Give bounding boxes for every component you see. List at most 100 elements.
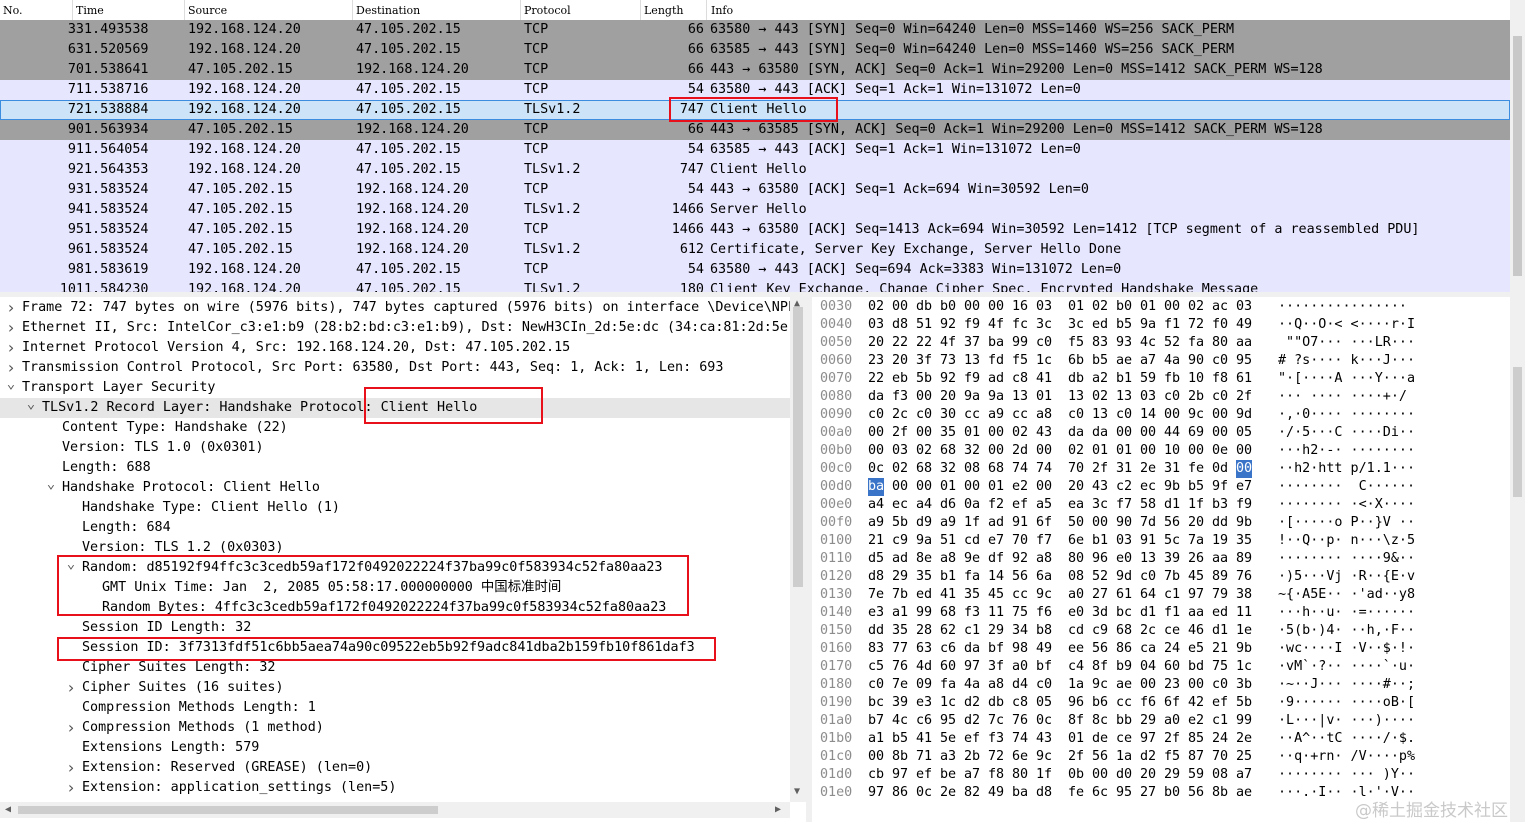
hex-byte[interactable]: bc — [1116, 604, 1132, 622]
hex-byte[interactable]: 13 — [964, 352, 980, 370]
hex-byte[interactable]: 00 — [916, 424, 932, 442]
hex-byte[interactable]: ae — [1236, 784, 1252, 802]
hex-byte[interactable]: 90 — [1188, 352, 1204, 370]
hex-byte[interactable]: b6 — [1092, 694, 1108, 712]
hex-byte[interactable]: 01 — [1092, 442, 1108, 460]
byte-row[interactable]: 0110 d5 ad 8e a8 9e df 92 a8 80 96 e0 13 39 26 aa 89 ····… — [812, 550, 1512, 568]
hex-byte[interactable]: 01 — [1116, 442, 1132, 460]
hex-byte[interactable]: 2d — [1012, 442, 1028, 460]
hex-byte[interactable]: b9 — [1116, 658, 1132, 676]
hex-byte[interactable]: dd — [868, 622, 884, 640]
hex-byte[interactable]: 27 — [1092, 586, 1108, 604]
packet-row[interactable]: 92 1.564353 192.168.124.20 47.105.202.15 TLS… — [0, 160, 1510, 180]
hex-byte[interactable]: 41 — [916, 730, 932, 748]
hex-byte[interactable]: 2b — [964, 748, 980, 766]
hex-byte[interactable]: 00 — [1188, 676, 1204, 694]
hex-byte[interactable]: fc — [1012, 316, 1028, 334]
hex-byte[interactable]: ce — [1164, 622, 1180, 640]
hex-byte[interactable]: 28 — [916, 622, 932, 640]
hex-byte[interactable]: 1a — [1116, 748, 1132, 766]
hex-byte[interactable]: d8 — [892, 316, 908, 334]
hex-byte[interactable]: fb — [1164, 370, 1180, 388]
hex-byte[interactable]: fd — [988, 352, 1004, 370]
hex-byte[interactable]: f7 — [1036, 532, 1052, 550]
detail-tree-item[interactable]: › Transmission Control Protocol, Src Port… — [0, 358, 790, 378]
hex-byte[interactable]: 10 — [1164, 442, 1180, 460]
details-hscrollbar[interactable]: ◀ ▶ — [0, 802, 790, 818]
hex-byte[interactable]: fa — [964, 568, 980, 586]
details-scrollbar[interactable]: ▲ ▼ — [790, 297, 806, 802]
hex-byte[interactable]: 56 — [1188, 784, 1204, 802]
hex-byte[interactable]: a0 — [1068, 586, 1084, 604]
byte-row[interactable]: 00d0 ba 00 00 01 00 01 e2 00 20 43 c2 ec 9b b5 9f e7 ····… — [812, 478, 1512, 496]
hex-byte[interactable]: 32 — [940, 460, 956, 478]
hex-byte[interactable]: 3d — [1092, 604, 1108, 622]
hex-byte[interactable]: 92 — [940, 370, 956, 388]
hex-byte[interactable]: 35 — [940, 424, 956, 442]
hex-byte[interactable]: 99 — [1012, 334, 1028, 352]
hex-byte[interactable]: fa — [1188, 334, 1204, 352]
hex-byte[interactable]: e7 — [1236, 478, 1252, 496]
hex-byte[interactable]: 49 — [1036, 640, 1052, 658]
hex-byte[interactable]: a8 — [988, 676, 1004, 694]
hex-byte[interactable]: a2 — [1092, 370, 1108, 388]
hex-byte[interactable]: 4c — [892, 712, 908, 730]
hex-byte[interactable]: 0c — [868, 460, 884, 478]
hex-byte[interactable]: cd — [1068, 622, 1084, 640]
hex-byte[interactable]: 56 — [1092, 640, 1108, 658]
hex-byte[interactable]: fe — [1068, 784, 1084, 802]
hex-byte[interactable]: e7 — [988, 532, 1004, 550]
hex-byte[interactable]: a7 — [1140, 352, 1156, 370]
hex-byte[interactable]: 49 — [1236, 316, 1252, 334]
hex-byte[interactable]: 00 — [1092, 766, 1108, 784]
hex-byte[interactable]: e2 — [1012, 478, 1028, 496]
packet-row[interactable]: 70 1.538641 47.105.202.15 192.168.124.20 TCP… — [0, 60, 1510, 80]
hex-byte[interactable]: 8e — [916, 550, 932, 568]
hex-byte[interactable]: a7 — [964, 766, 980, 784]
hex-byte[interactable]: ad — [892, 550, 908, 568]
hex-byte[interactable]: 45 — [1188, 568, 1204, 586]
expanded-chevron-icon[interactable]: ⌄ — [5, 374, 17, 394]
hex-byte[interactable]: 71 — [916, 748, 932, 766]
hex-byte[interactable]: d5 — [868, 550, 884, 568]
hex-byte[interactable]: 21 — [1212, 640, 1228, 658]
hex-byte[interactable]: 02 — [1092, 388, 1108, 406]
hex-byte[interactable]: 00 — [1164, 298, 1180, 316]
hex-byte[interactable]: 1f — [964, 514, 980, 532]
hex-byte[interactable]: cc — [964, 406, 980, 424]
hex-byte[interactable]: a8 — [940, 550, 956, 568]
hex-byte[interactable]: ec — [1140, 478, 1156, 496]
hex-byte[interactable]: 80 — [1068, 550, 1084, 568]
hex-byte[interactable]: aa — [1188, 604, 1204, 622]
hex-byte[interactable]: ed — [916, 586, 932, 604]
hex-byte[interactable]: fa — [940, 676, 956, 694]
scroll-thumb[interactable] — [1513, 36, 1522, 276]
hex-byte[interactable]: 13 — [1140, 550, 1156, 568]
hex-byte[interactable]: 90 — [1116, 514, 1132, 532]
hex-byte[interactable]: d0 — [1116, 766, 1132, 784]
hex-byte[interactable]: 08 — [1068, 568, 1084, 586]
hex-byte[interactable]: 00 — [916, 478, 932, 496]
hex-byte[interactable]: 4f — [988, 316, 1004, 334]
hex-byte[interactable]: 97 — [1140, 730, 1156, 748]
hex-byte[interactable]: 20 — [1140, 766, 1156, 784]
hex-byte[interactable]: 03 — [1116, 532, 1132, 550]
hex-byte[interactable]: b5 — [1116, 316, 1132, 334]
byte-row[interactable]: 0140 e3 a1 99 68 f3 11 75 f6 e0 3d bc d1 f1 aa ed 11 ···h… — [812, 604, 1512, 622]
hex-byte[interactable]: 7a — [1188, 532, 1204, 550]
hex-byte[interactable]: e2 — [1188, 712, 1204, 730]
hex-byte[interactable]: f6 — [1140, 694, 1156, 712]
detail-tree-item[interactable]: Extensions Length: 579 — [0, 738, 790, 758]
hex-byte[interactable]: 03 — [868, 316, 884, 334]
hex-byte[interactable]: d8 — [1036, 784, 1052, 802]
hex-byte[interactable]: 7e — [868, 586, 884, 604]
hex-byte[interactable]: cd — [964, 532, 980, 550]
packet-list[interactable]: No. Time Source Destination Protocol Len… — [0, 0, 1525, 292]
hex-byte[interactable]: d2 — [964, 694, 980, 712]
byte-row[interactable]: 0120 d8 29 35 b1 fa 14 56 6a 08 52 9d c0 7b 45 89 76 ·)5·… — [812, 568, 1512, 586]
hex-byte[interactable]: 82 — [964, 784, 980, 802]
hex-byte[interactable]: b0 — [1164, 784, 1180, 802]
hex-byte[interactable]: 76 — [892, 658, 908, 676]
hex-byte[interactable]: 01 — [1140, 298, 1156, 316]
packet-list-scrollbar[interactable] — [1510, 0, 1525, 292]
